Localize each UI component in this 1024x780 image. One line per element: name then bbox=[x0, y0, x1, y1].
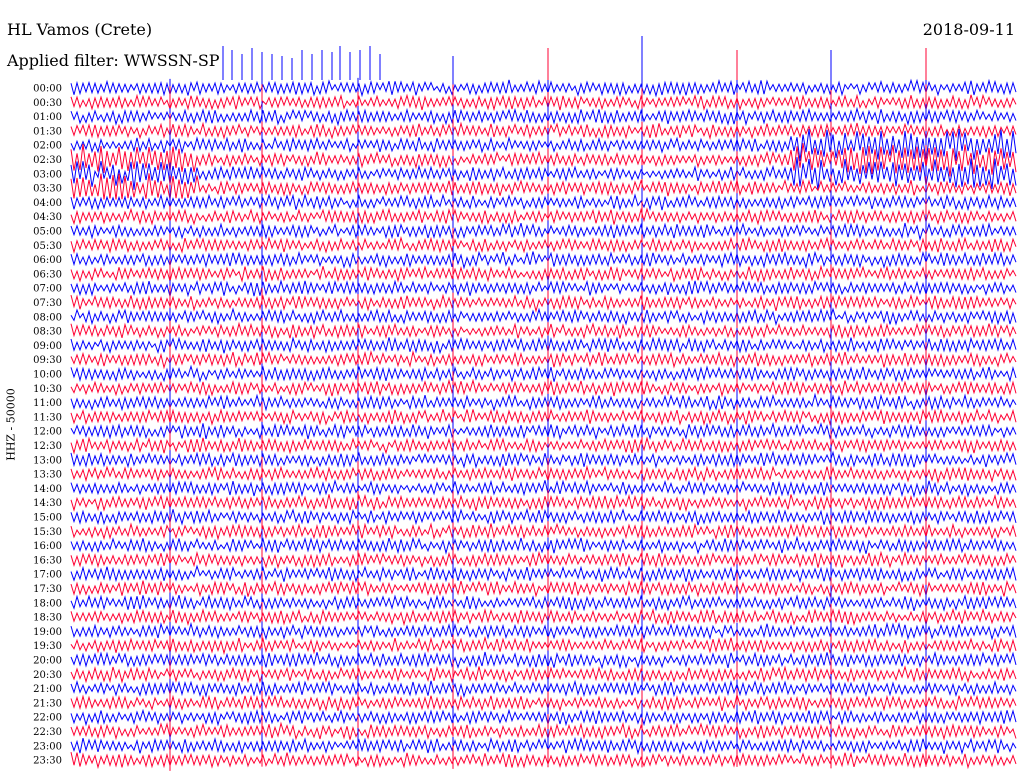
row-time-label: 04:30 bbox=[33, 212, 62, 223]
trace-line bbox=[70, 264, 1017, 284]
row-time-label: 19:30 bbox=[33, 641, 62, 652]
trace-line bbox=[70, 679, 1017, 699]
trace-line bbox=[70, 364, 1017, 383]
trace-line bbox=[70, 751, 1017, 770]
row-time-label: 13:00 bbox=[33, 455, 62, 466]
row-time-label: 09:30 bbox=[33, 355, 62, 366]
row-time-label: 01:00 bbox=[33, 112, 62, 123]
row-time-label: 10:00 bbox=[33, 370, 62, 381]
row-time-label: 04:00 bbox=[33, 198, 62, 209]
trace-line bbox=[70, 207, 1017, 226]
row-time-label: 12:00 bbox=[33, 427, 62, 438]
row-time-label: 20:30 bbox=[33, 670, 62, 681]
row-time-label: 16:00 bbox=[33, 541, 62, 552]
row-time-label: 15:00 bbox=[33, 513, 62, 524]
trace-line bbox=[70, 450, 1017, 469]
row-time-label: 07:00 bbox=[33, 284, 62, 295]
trace-line bbox=[70, 106, 1017, 127]
row-time-label: 03:00 bbox=[33, 169, 62, 180]
trace-line bbox=[70, 621, 1017, 641]
trace-line bbox=[70, 349, 1017, 370]
row-time-label: 06:00 bbox=[33, 255, 62, 266]
trace-line bbox=[70, 607, 1017, 627]
trace-line bbox=[70, 721, 1017, 741]
trace-line bbox=[70, 479, 1017, 498]
trace-line bbox=[70, 293, 1017, 313]
row-time-label: 17:30 bbox=[33, 584, 62, 595]
row-time-label: 02:00 bbox=[33, 141, 62, 152]
trace-line bbox=[70, 307, 1017, 326]
row-time-label: 19:00 bbox=[33, 627, 62, 638]
trace-line bbox=[70, 464, 1017, 484]
row-time-label: 11:00 bbox=[33, 398, 62, 409]
trace-line bbox=[70, 121, 1017, 141]
trace-line bbox=[70, 421, 1017, 441]
row-time-label: 00:00 bbox=[33, 84, 62, 95]
row-time-label: 17:00 bbox=[33, 570, 62, 581]
trace-line bbox=[70, 493, 1017, 513]
row-time-label: 14:00 bbox=[33, 484, 62, 495]
row-time-label: 03:30 bbox=[33, 184, 62, 195]
row-time-label: 07:30 bbox=[33, 298, 62, 309]
row-time-label: 22:30 bbox=[33, 727, 62, 738]
trace-line bbox=[70, 550, 1017, 570]
row-time-label: 15:30 bbox=[33, 527, 62, 538]
trace-line bbox=[70, 564, 1017, 584]
row-time-label: 01:30 bbox=[33, 126, 62, 137]
row-time-label: 14:30 bbox=[33, 498, 62, 509]
trace-line bbox=[70, 321, 1017, 340]
row-time-label: 18:00 bbox=[33, 598, 62, 609]
trace-line bbox=[70, 436, 1017, 455]
row-time-label: 21:00 bbox=[33, 684, 62, 695]
row-time-label: 23:00 bbox=[33, 741, 62, 752]
trace-line bbox=[70, 235, 1017, 255]
row-time-label: 08:30 bbox=[33, 327, 62, 338]
seismogram-plot: 00:00 00:30 01:00 01:30 02:00 02:30 03:00 03:30… bbox=[33, 36, 1017, 771]
row-time-label: 06:30 bbox=[33, 269, 62, 280]
row-time-label: 23:30 bbox=[33, 756, 62, 767]
trace-line bbox=[70, 708, 1017, 727]
trace-line bbox=[70, 665, 1017, 684]
trace-line bbox=[70, 250, 1017, 270]
trace-line bbox=[70, 736, 1017, 756]
row-time-label: 09:00 bbox=[33, 341, 62, 352]
trace-line bbox=[70, 78, 1017, 98]
row-time-label: 05:00 bbox=[33, 227, 62, 238]
trace-line bbox=[70, 522, 1017, 541]
trace-line bbox=[70, 535, 1017, 555]
trace-line bbox=[70, 593, 1017, 612]
trace-line bbox=[70, 650, 1017, 670]
row-time-label: 22:00 bbox=[33, 713, 62, 724]
row-time-label: 20:00 bbox=[33, 656, 62, 667]
row-time-label: 02:30 bbox=[33, 155, 62, 166]
row-time-label: 00:30 bbox=[33, 98, 62, 109]
trace-line bbox=[70, 408, 1017, 426]
row-time-label: 13:30 bbox=[33, 470, 62, 481]
trace-line bbox=[70, 93, 1017, 112]
row-time-label: 12:30 bbox=[33, 441, 62, 452]
row-time-label: 11:30 bbox=[33, 412, 62, 423]
trace-line bbox=[70, 692, 1017, 712]
row-time-label: 08:00 bbox=[33, 312, 62, 323]
trace-line bbox=[70, 279, 1017, 298]
row-time-label: 05:30 bbox=[33, 241, 62, 252]
row-time-label: 18:30 bbox=[33, 613, 62, 624]
row-time-label: 21:30 bbox=[33, 698, 62, 709]
trace-line bbox=[70, 336, 1017, 355]
trace-line bbox=[70, 192, 1017, 212]
row-time-label: 10:30 bbox=[33, 384, 62, 395]
trace-line bbox=[70, 392, 1017, 412]
trace-line bbox=[70, 579, 1017, 598]
trace-line bbox=[70, 507, 1017, 526]
trace-line bbox=[70, 378, 1017, 398]
row-time-label: 16:30 bbox=[33, 555, 62, 566]
trace-line bbox=[70, 635, 1017, 656]
trace-line bbox=[70, 222, 1017, 242]
